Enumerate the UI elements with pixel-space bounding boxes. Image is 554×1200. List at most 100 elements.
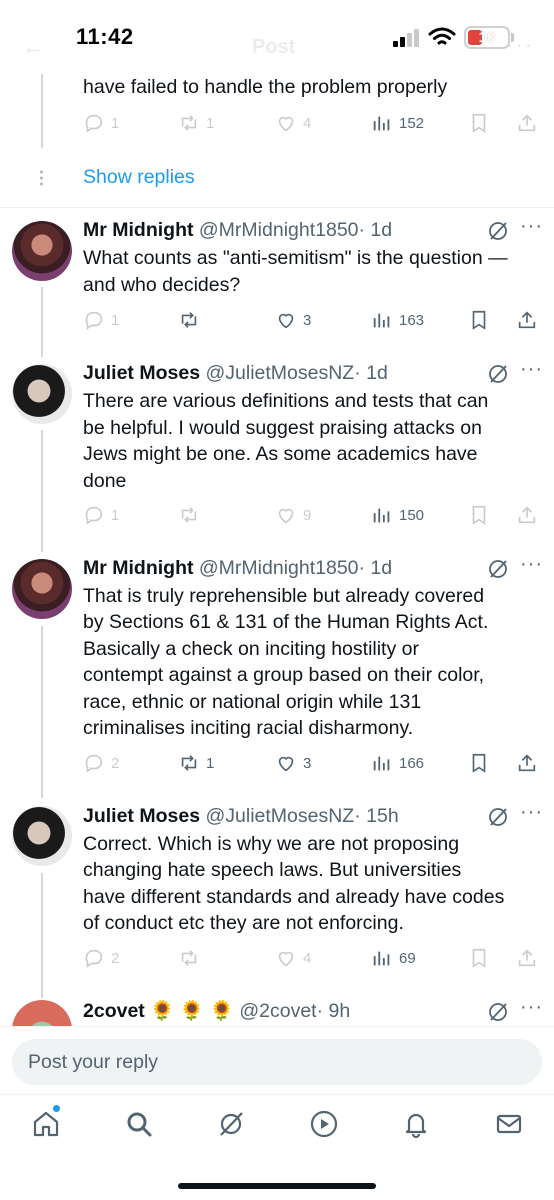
display-name[interactable]: 2covet: [83, 1000, 145, 1022]
share-button[interactable]: [516, 502, 538, 528]
reply-count: 2: [111, 949, 120, 967]
like-icon: [278, 116, 294, 132]
user-handle[interactable]: @MrMidnight1850: [199, 557, 359, 579]
views-icon: [373, 313, 390, 328]
bookmark-button[interactable]: [468, 110, 490, 136]
repost-button[interactable]: [178, 502, 200, 528]
tweet-text-line: contempt against a group based on their …: [83, 664, 485, 686]
share-button[interactable]: [516, 307, 538, 333]
share-button[interactable]: [516, 110, 538, 136]
avatar[interactable]: [12, 364, 72, 424]
bookmark-button[interactable]: [468, 945, 490, 971]
home-notification-dot: [53, 1105, 60, 1112]
more-icon[interactable]: ···: [520, 358, 543, 381]
share-button[interactable]: [516, 945, 538, 971]
more-replies-dots-icon: [40, 170, 43, 186]
tweet-header: 2covet 🌻 🌻 🌻 @2covet· 9h: [83, 998, 350, 1024]
like-count: 4: [303, 114, 312, 132]
views-button[interactable]: 152: [371, 110, 424, 136]
reply-input[interactable]: Post your reply: [12, 1039, 542, 1085]
grok-icon[interactable]: [487, 558, 509, 580]
bookmark-icon: [472, 310, 486, 330]
tweet-text-line: of conduct etc they are not enforcing.: [83, 912, 404, 934]
more-icon[interactable]: ···: [520, 215, 543, 238]
more-icon[interactable]: ···: [520, 801, 543, 824]
reply-button[interactable]: 1: [83, 502, 119, 528]
avatar[interactable]: [12, 559, 72, 619]
reply-count: 1: [111, 114, 120, 132]
repost-count: 1: [206, 754, 215, 772]
name-emoji: 🌻 🌻 🌻: [150, 1000, 234, 1022]
repost-button[interactable]: [178, 307, 200, 333]
user-handle[interactable]: @2covet: [239, 1000, 316, 1022]
more-icon[interactable]: ···: [520, 996, 543, 1019]
user-handle[interactable]: @JulietMosesNZ: [205, 805, 354, 827]
status-time: 11:42: [76, 24, 134, 49]
tweet-time: · 9h: [316, 1000, 351, 1022]
views-button[interactable]: 166: [371, 750, 424, 776]
display-name[interactable]: Juliet Moses: [83, 362, 200, 384]
like-count: 3: [303, 754, 312, 772]
messages-icon[interactable]: [494, 1109, 524, 1139]
repost-button[interactable]: 1: [178, 110, 214, 136]
like-button[interactable]: 4: [275, 945, 311, 971]
grok-icon[interactable]: [487, 363, 509, 385]
user-handle[interactable]: @JulietMosesNZ: [205, 362, 354, 384]
reply-icon: [85, 311, 103, 330]
reply-button[interactable]: 2: [83, 945, 119, 971]
reply-button[interactable]: 2: [83, 750, 119, 776]
bookmark-button[interactable]: [468, 307, 490, 333]
share-button[interactable]: [516, 750, 538, 776]
user-handle[interactable]: @MrMidnight1850: [199, 219, 359, 241]
views-button[interactable]: 150: [371, 502, 424, 528]
reply-count: 2: [111, 754, 120, 772]
like-count: 3: [303, 311, 312, 329]
show-replies-link[interactable]: Show replies: [83, 166, 195, 189]
like-icon: [278, 756, 294, 772]
repost-icon: [181, 755, 197, 771]
like-button[interactable]: 3: [275, 307, 311, 333]
more-icon[interactable]: ···: [520, 553, 543, 576]
home-icon[interactable]: [31, 1109, 61, 1139]
tweet-text-line: Correct. Which is why we are not proposi…: [83, 833, 460, 855]
like-button[interactable]: 4: [275, 110, 311, 136]
grok-tab-icon[interactable]: [216, 1109, 246, 1139]
reply-button[interactable]: 1: [83, 110, 119, 136]
display-name[interactable]: Mr Midnight: [83, 219, 193, 241]
views-button[interactable]: 163: [371, 307, 424, 333]
search-icon[interactable]: [124, 1109, 154, 1139]
repost-button[interactable]: 1: [178, 750, 214, 776]
display-name[interactable]: Mr Midnight: [83, 557, 193, 579]
tweet-time: · 1d: [358, 557, 393, 579]
grok-icon[interactable]: [487, 1001, 509, 1023]
display-name[interactable]: Juliet Moses: [83, 805, 200, 827]
reply-button[interactable]: 1: [83, 307, 119, 333]
tweet-header: Mr Midnight @MrMidnight1850· 1d: [83, 555, 392, 581]
back-arrow-icon[interactable]: ←: [22, 34, 44, 60]
repost-button[interactable]: [178, 945, 200, 971]
grok-icon[interactable]: [487, 220, 509, 242]
bookmark-icon: [472, 753, 486, 773]
tweet-header: Juliet Moses @JulietMosesNZ· 15h: [83, 803, 399, 829]
avatar[interactable]: [12, 221, 72, 281]
reply-count: 1: [111, 311, 120, 329]
tweet-text-line: and who decides?: [83, 274, 241, 296]
views-count: 166: [399, 754, 425, 772]
tweet-text-line: by Sections 61 & 131 of the Human Rights…: [83, 611, 489, 633]
tweet-actions: 1 9 150: [83, 502, 543, 528]
bookmark-button[interactable]: [468, 502, 490, 528]
views-button[interactable]: 69: [371, 945, 416, 971]
wifi-icon: [428, 27, 456, 45]
avatar[interactable]: [12, 806, 72, 866]
tweet-header: Juliet Moses @JulietMosesNZ· 1d: [83, 360, 388, 386]
tweet-header: Mr Midnight @MrMidnight1850· 1d: [83, 217, 392, 243]
thread-line: [41, 430, 43, 552]
bookmark-button[interactable]: [468, 750, 490, 776]
like-button[interactable]: 3: [275, 750, 311, 776]
video-icon[interactable]: [309, 1109, 339, 1139]
notifications-icon[interactable]: [401, 1109, 431, 1139]
battery-cap: [511, 33, 514, 42]
views-count: 163: [399, 311, 425, 329]
grok-icon[interactable]: [487, 806, 509, 828]
like-button[interactable]: 9: [275, 502, 311, 528]
